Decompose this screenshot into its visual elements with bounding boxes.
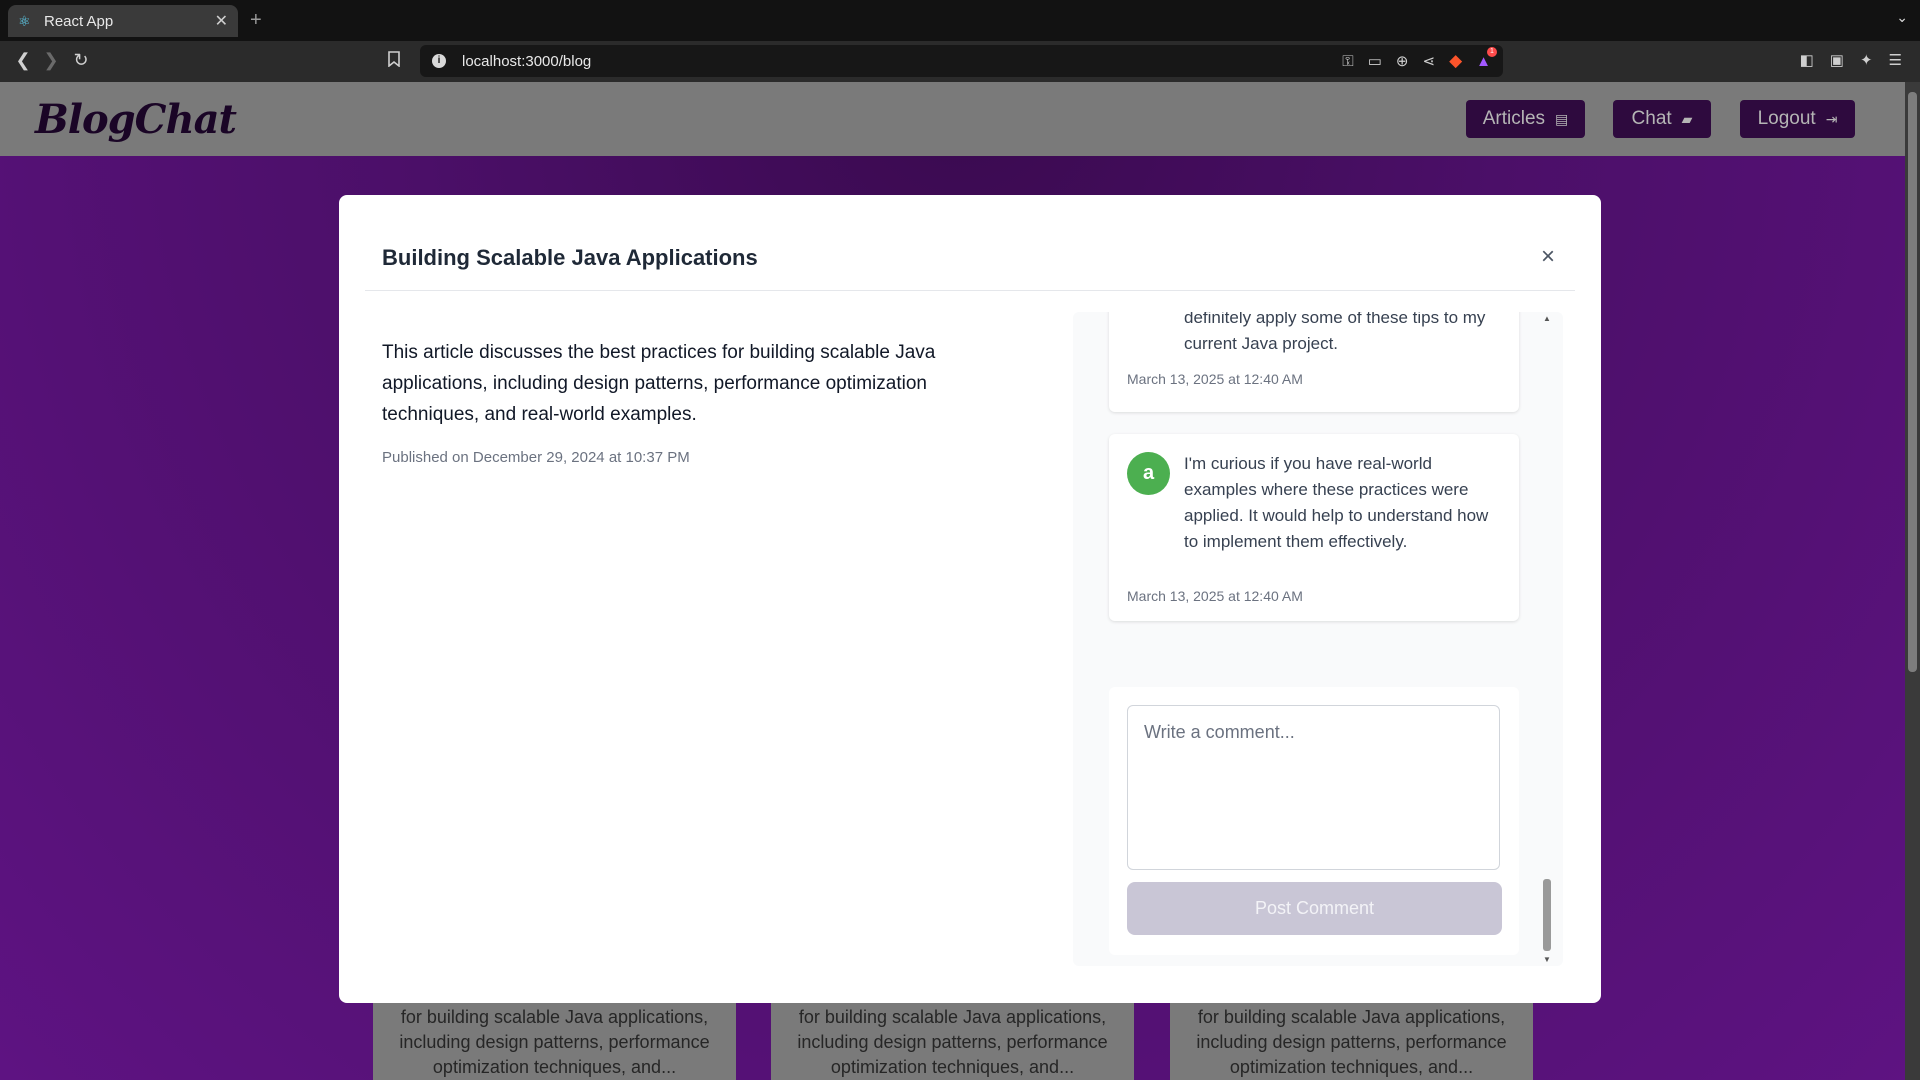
tab-search-chevron-icon[interactable]: ⌄ <box>1896 9 1908 26</box>
comments-scrollbar-thumb[interactable] <box>1543 879 1551 951</box>
article-card[interactable]: for building scalable Java applications,… <box>1170 1002 1533 1080</box>
forward-button[interactable]: ❯ <box>40 50 62 71</box>
tab-title: React App <box>44 12 114 30</box>
article-card-snippet: for building scalable Java applications,… <box>1196 1007 1507 1077</box>
site-info-icon[interactable]: i <box>432 54 446 68</box>
article-card-snippet: for building scalable Java applications,… <box>399 1007 710 1077</box>
modal-divider <box>365 290 1575 291</box>
password-key-icon[interactable]: ⚿ <box>1342 53 1353 70</box>
chat-bubbles-icon: ▰ <box>1681 110 1693 127</box>
comments-panel[interactable]: definitely apply some of these tips to m… <box>1073 312 1563 966</box>
brave-shields-icon[interactable]: ◆ <box>1449 51 1462 71</box>
article-body: This article discusses the best practice… <box>382 342 936 425</box>
wallet-icon[interactable]: ▣ <box>1830 51 1844 69</box>
close-tab-icon[interactable]: ✕ <box>215 11 228 31</box>
page-scrollbar[interactable] <box>1905 82 1920 1080</box>
rewards-badge: 1 <box>1487 46 1497 57</box>
page-viewport: BlogChat Articles ▤ Chat ▰ Logout ⇥ for … <box>0 82 1920 1080</box>
article-modal: Building Scalable Java Applications × Th… <box>339 195 1601 1003</box>
sidebar-icon[interactable]: ◧ <box>1800 51 1814 69</box>
logout-icon: ⇥ <box>1825 110 1838 127</box>
page-scrollbar-thumb[interactable] <box>1908 92 1917 672</box>
scroll-up-arrow-icon[interactable]: ▲ <box>1543 314 1551 323</box>
url-text[interactable]: localhost:3000/blog <box>462 53 1342 70</box>
post-comment-button[interactable]: Post Comment <box>1127 882 1502 935</box>
chat-label: Chat <box>1631 108 1672 129</box>
comment-timestamp: March 13, 2025 at 12:40 AM <box>1127 371 1303 387</box>
react-icon: ⚛ <box>18 13 31 29</box>
zoom-icon[interactable]: ⊕ <box>1396 52 1409 70</box>
address-bar[interactable]: i localhost:3000/blog ⚿ ▭ ⊕ ⋖ ◆ ▲ 1 <box>420 45 1503 77</box>
leo-ai-icon[interactable]: ✦ <box>1860 51 1873 69</box>
browser-tab-bar: ⚛ React App ✕ + ⌄ <box>0 0 1920 41</box>
articles-label: Articles <box>1482 108 1546 129</box>
modal-title: Building Scalable Java Applications <box>382 245 758 270</box>
comment-form: Post Comment <box>1109 687 1519 955</box>
article-published-date: Published on December 29, 2024 at 10:37 … <box>382 449 690 466</box>
article-card[interactable]: for building scalable Java applications,… <box>771 1002 1134 1080</box>
article-card[interactable]: for building scalable Java applications,… <box>373 1002 736 1080</box>
document-icon: ▤ <box>1555 110 1569 127</box>
comment-text: I'm curious if you have real-world examp… <box>1184 454 1489 551</box>
avatar: a <box>1127 452 1170 495</box>
comment-text: definitely apply some of these tips to m… <box>1184 312 1486 353</box>
comments-scrollbar[interactable]: ▲ ▼ <box>1541 312 1553 966</box>
back-button[interactable]: ❮ <box>12 50 34 71</box>
browser-toolbar: ❮ ❯ ↻ i localhost:3000/blog ⚿ ▭ ⊕ ⋖ ◆ ▲ 1… <box>0 41 1920 82</box>
cast-icon[interactable]: ▭ <box>1368 52 1382 70</box>
comment-timestamp: March 13, 2025 at 12:40 AM <box>1127 588 1303 604</box>
articles-button[interactable]: Articles ▤ <box>1466 100 1585 138</box>
blogchat-logo[interactable]: BlogChat <box>35 96 237 143</box>
menu-icon[interactable]: ☰ <box>1889 51 1902 69</box>
scroll-down-arrow-icon[interactable]: ▼ <box>1543 955 1551 964</box>
article-card-snippet: for building scalable Java applications,… <box>797 1007 1108 1077</box>
logout-label: Logout <box>1757 108 1816 129</box>
comment-card: a I'm curious if you have real-world exa… <box>1109 434 1519 621</box>
share-icon[interactable]: ⋖ <box>1422 52 1435 70</box>
browser-tab[interactable]: ⚛ React App ✕ <box>8 5 238 37</box>
bookmark-icon[interactable] <box>388 51 400 72</box>
close-icon[interactable]: × <box>1541 243 1555 271</box>
logout-button[interactable]: Logout ⇥ <box>1740 100 1855 138</box>
comment-card: definitely apply some of these tips to m… <box>1109 312 1519 412</box>
comment-input[interactable] <box>1127 705 1500 870</box>
reload-button[interactable]: ↻ <box>70 50 92 71</box>
brave-rewards-icon[interactable]: ▲ 1 <box>1476 46 1497 70</box>
app-header: BlogChat Articles ▤ Chat ▰ Logout ⇥ <box>0 82 1905 156</box>
chat-button[interactable]: Chat ▰ <box>1613 100 1711 138</box>
new-tab-button[interactable]: + <box>250 9 262 32</box>
